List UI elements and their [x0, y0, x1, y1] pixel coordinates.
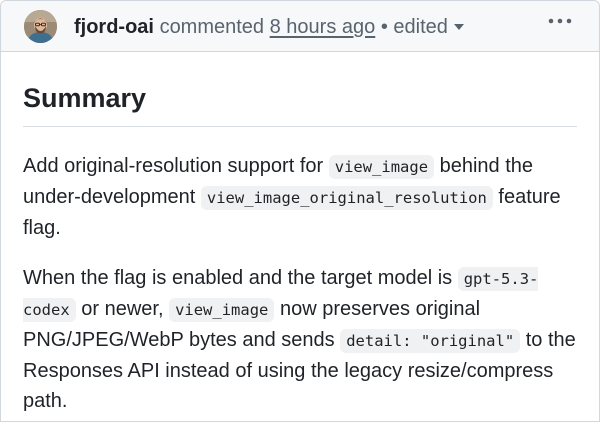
- chevron-down-icon: [453, 23, 464, 30]
- author-name[interactable]: fjord-oai: [74, 16, 154, 38]
- summary-heading: Summary: [23, 83, 147, 113]
- kebab-horizontal-icon: [548, 18, 572, 24]
- edited-dropdown[interactable]: edited: [393, 16, 464, 38]
- comment-action: commented: [159, 16, 265, 38]
- inline-code-view-image: view_image: [328, 155, 435, 179]
- p2-text-1: When the flag is enabled and the target …: [23, 267, 458, 289]
- comment-meta: fjord-oai commented 8 hours ago • edited: [74, 14, 464, 40]
- comment-card: fjord-oai commented 8 hours ago • edited…: [0, 0, 600, 422]
- p1-text-1: Add original-resolution support for: [23, 155, 329, 177]
- author-avatar[interactable]: [24, 10, 57, 43]
- comment-header: fjord-oai commented 8 hours ago • edited: [1, 1, 599, 52]
- paragraph-1: Add original-resolution support for view…: [23, 151, 579, 243]
- inline-code-view-image-2: view_image: [169, 298, 275, 322]
- avatar-image: [24, 10, 57, 43]
- inline-code-detail: detail: "original": [340, 329, 521, 353]
- heading-divider: [23, 126, 577, 127]
- p2-text-2: or newer,: [75, 298, 170, 320]
- meta-separator: •: [380, 16, 388, 38]
- edited-label: edited: [393, 16, 448, 38]
- more-options-button[interactable]: [543, 11, 577, 41]
- inline-code-feature-flag: view_image_original_resolution: [200, 186, 493, 210]
- paragraph-2: When the flag is enabled and the target …: [23, 263, 579, 416]
- comment-timestamp[interactable]: 8 hours ago: [270, 16, 376, 38]
